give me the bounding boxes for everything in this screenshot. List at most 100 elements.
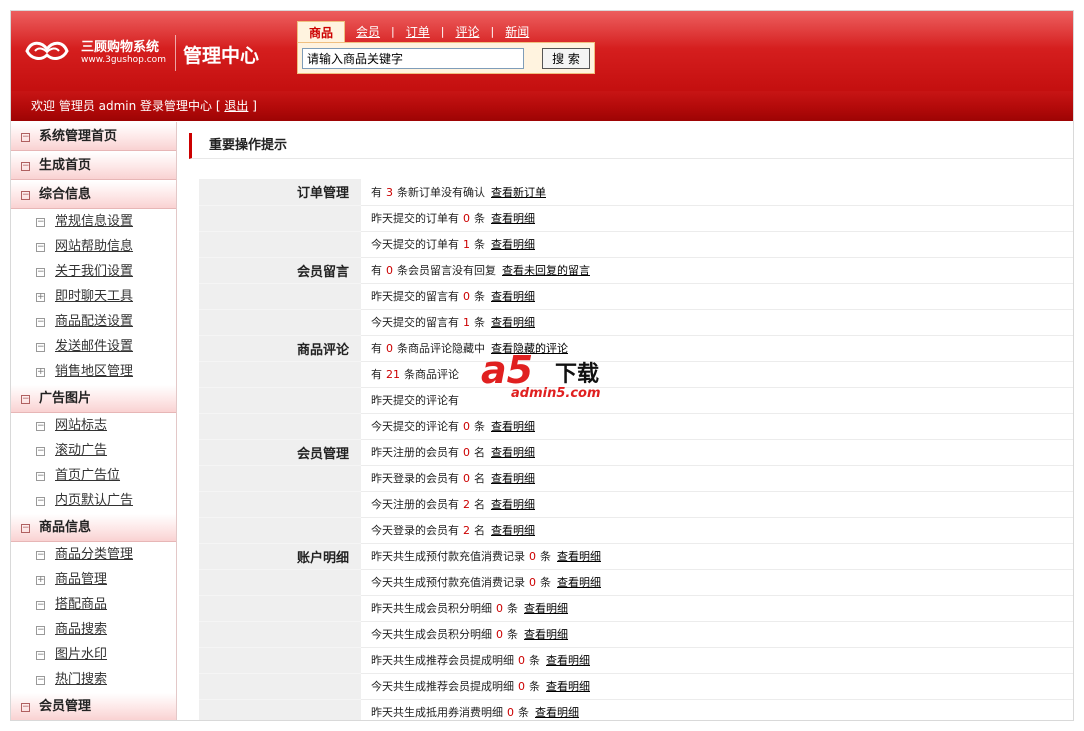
expand-icon[interactable]: +	[36, 576, 45, 585]
sidebar-link[interactable]: 商品管理	[55, 572, 107, 587]
category-cell: 商品评论	[199, 335, 361, 362]
view-detail-link[interactable]: 查看明细	[546, 680, 590, 693]
view-detail-link[interactable]: 查看明细	[557, 550, 601, 563]
view-detail-link[interactable]: 查看明细	[557, 576, 601, 589]
watermark: a5 下载 admin5.com	[481, 348, 631, 408]
sidebar-link[interactable]: 滚动广告	[55, 443, 107, 458]
collapse-icon: −	[21, 523, 30, 533]
sidebar-item: + 销售地区管理	[11, 359, 176, 384]
notice-unit: 名	[474, 524, 485, 537]
notice-cell: 昨天提交的留言有 0 条查看明细	[361, 283, 1073, 310]
sidebar-link[interactable]: 图片水印	[55, 647, 107, 662]
category-cell	[199, 231, 361, 258]
view-detail-link[interactable]: 查看明细	[491, 212, 535, 225]
category-cell: 会员管理	[199, 439, 361, 466]
notice-unit: 名	[474, 472, 485, 485]
sidebar-link[interactable]: 即时聊天工具	[55, 289, 133, 304]
collapse-icon: −	[36, 471, 45, 481]
category-cell	[199, 387, 361, 414]
sidebar-section-ads[interactable]: − 广告图片	[11, 384, 176, 413]
sidebar-link[interactable]: 内页默认广告	[55, 493, 133, 508]
sidebar-section-goods[interactable]: − 商品信息	[11, 513, 176, 542]
notice-count: 0	[518, 654, 525, 667]
notice-text: 今天共生成预付款充值消费记录	[371, 576, 525, 589]
view-detail-link[interactable]: 查看明细	[546, 654, 590, 667]
notice-cell: 今天共生成会员积分明细 0 条查看明细	[361, 621, 1073, 648]
view-detail-link[interactable]: 查看明细	[491, 498, 535, 511]
sidebar-link[interactable]: 热门搜索	[55, 672, 107, 687]
expand-icon[interactable]: +	[36, 368, 45, 377]
view-detail-link[interactable]: 查看明细	[491, 524, 535, 537]
table-row: 会员管理 昨天注册的会员有 0 名查看明细	[199, 439, 1073, 466]
search-tab-members[interactable]: 会员	[345, 21, 391, 43]
sidebar-link[interactable]: 首页广告位	[55, 468, 120, 483]
sidebar-link[interactable]: 销售地区管理	[55, 364, 133, 379]
notice-unit: 条	[474, 316, 485, 329]
notice-unit: 名	[474, 446, 485, 459]
collapse-icon: −	[36, 421, 45, 431]
main-content: 重要操作提示 订单管理有 3 条新订单没有确认 查看新订单 昨天提交的订单有 0 条查看明细…	[189, 133, 1073, 720]
logo[interactable]: 三顾购物系统 www.3gushop.com	[23, 33, 173, 73]
view-detail-link[interactable]: 查看明细	[524, 628, 568, 641]
notice-cell: 昨天提交的评论有	[361, 387, 1073, 414]
sidebar-section-system-home[interactable]: − 系统管理首页	[11, 122, 176, 151]
table-row: 商品评论有 0 条商品评论隐藏中 查看隐藏的评论	[199, 335, 1073, 362]
sidebar-link[interactable]: 关于我们设置	[55, 264, 133, 279]
search-tab-orders[interactable]: 订单	[395, 21, 441, 43]
view-detail-link[interactable]: 查看明细	[491, 472, 535, 485]
search-button[interactable]: 搜 索	[542, 48, 590, 69]
table-row: 今天提交的留言有 1 条查看明细	[199, 309, 1073, 336]
sidebar-link[interactable]: 搭配商品	[55, 597, 107, 612]
notice-text: 有	[371, 264, 382, 277]
notice-cell: 昨天共生成会员积分明细 0 条查看明细	[361, 595, 1073, 622]
notice-unit: 条	[518, 706, 529, 719]
view-detail-link[interactable]: 查看明细	[491, 420, 535, 433]
sidebar-link[interactable]: 发送邮件设置	[55, 339, 133, 354]
table-row: 昨天提交的评论有	[199, 387, 1073, 414]
notice-text: 昨天登录的会员有	[371, 472, 459, 485]
notice-unit: 条新订单没有确认	[397, 185, 485, 199]
notice-text: 今天提交的评论有	[371, 420, 459, 433]
view-detail-link[interactable]: 查看未回复的留言	[502, 264, 590, 277]
sidebar-link[interactable]: 网站帮助信息	[55, 239, 133, 254]
sidebar-link[interactable]: 商品搜索	[55, 622, 107, 637]
view-detail-link[interactable]: 查看明细	[524, 602, 568, 615]
category-cell: 会员留言	[199, 257, 361, 284]
notice-cell: 今天注册的会员有 2 名查看明细	[361, 491, 1073, 518]
sidebar-link[interactable]: 商品分类管理	[55, 547, 133, 562]
view-detail-link[interactable]: 查看明细	[535, 706, 579, 719]
table-row: 昨天共生成抵用券消费明细 0 条查看明细	[199, 699, 1073, 720]
notice-text: 昨天共生成抵用券消费明细	[371, 706, 503, 719]
admin-title: 管理中心	[183, 45, 260, 67]
logout-link[interactable]: 退出	[224, 99, 248, 113]
search-tab-reviews[interactable]: 评论	[444, 21, 490, 43]
view-detail-link[interactable]: 查看明细	[491, 316, 535, 329]
notice-cell: 昨天登录的会员有 0 名查看明细	[361, 465, 1073, 492]
sidebar-section-generate-home[interactable]: − 生成首页	[11, 151, 176, 180]
collapse-icon: −	[36, 217, 45, 227]
notice-cell: 今天提交的评论有 0 条查看明细	[361, 413, 1073, 440]
sidebar-link[interactable]: 商品配送设置	[55, 314, 133, 329]
table-row: 今天登录的会员有 2 名查看明细	[199, 517, 1073, 544]
expand-icon[interactable]: +	[36, 293, 45, 302]
view-detail-link[interactable]: 查看明细	[491, 290, 535, 303]
notice-cell: 昨天提交的订单有 0 条查看明细	[361, 205, 1073, 232]
sidebar-link[interactable]: 网站标志	[55, 418, 107, 433]
notice-count: 0	[529, 550, 536, 563]
sidebar-item: + 商品管理	[11, 567, 176, 592]
view-detail-link[interactable]: 查看新订单	[491, 186, 546, 199]
sidebar-section-general-info[interactable]: − 综合信息	[11, 180, 176, 209]
view-detail-link[interactable]: 查看明细	[491, 238, 535, 251]
search-tab-news[interactable]: 新闻	[494, 21, 540, 43]
sidebar-section-members[interactable]: − 会员管理	[11, 692, 176, 720]
watermark-url: admin5.com	[511, 386, 601, 401]
search-input[interactable]	[302, 48, 524, 69]
collapse-icon: −	[21, 132, 30, 142]
view-detail-link[interactable]: 查看明细	[491, 446, 535, 459]
sidebar-link[interactable]: 常规信息设置	[55, 214, 133, 229]
table-row: 账户明细 昨天共生成预付款充值消费记录 0 条查看明细	[199, 543, 1073, 570]
header: 三顾购物系统 www.3gushop.com 管理中心 商品 会员 | 订单 | 评论 | 新…	[11, 11, 1073, 91]
search-tab-goods[interactable]: 商品	[297, 21, 346, 43]
notice-text: 有	[371, 342, 382, 355]
collapse-icon: −	[21, 702, 30, 712]
